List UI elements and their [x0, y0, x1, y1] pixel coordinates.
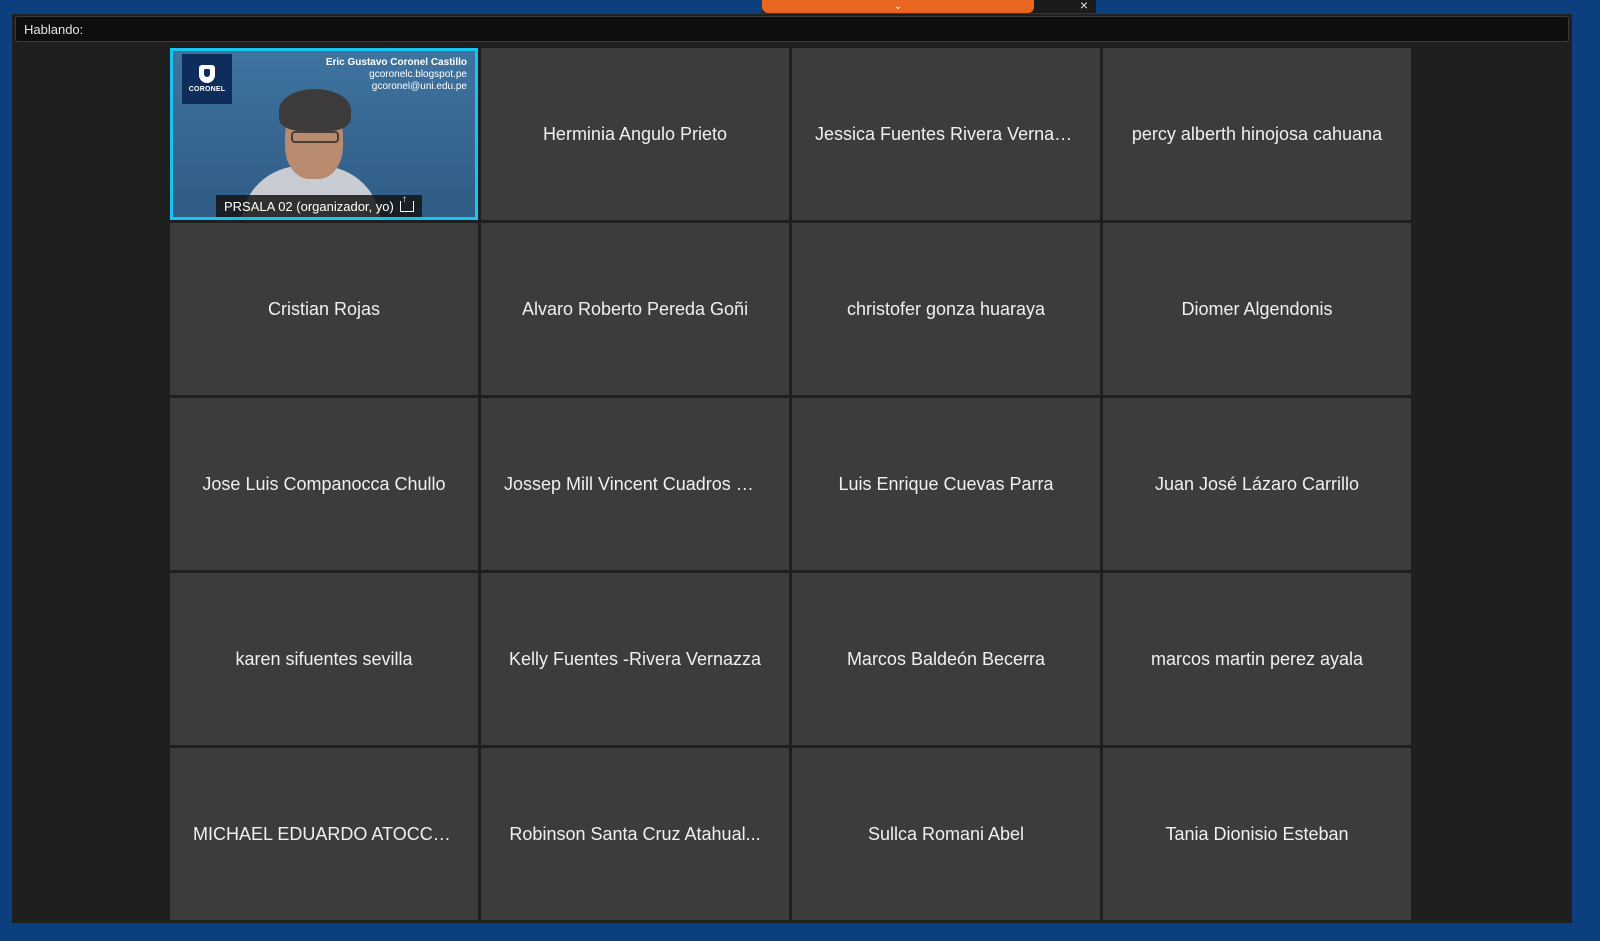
- meeting-window: Hablando: CORONEL Eric Gustavo Coronel C…: [12, 14, 1572, 923]
- overlay-email: gcoronel@uni.edu.pe: [371, 81, 467, 92]
- meeting-control-bar: ⌄ ×: [762, 0, 1096, 13]
- participant-tile[interactable]: Marcos Baldeón Becerra: [792, 573, 1100, 745]
- participant-tile[interactable]: Herminia Angulo Prieto: [481, 48, 789, 220]
- brand-logo: CORONEL: [182, 54, 232, 104]
- participant-tile[interactable]: Luis Enrique Cuevas Parra: [792, 398, 1100, 570]
- shield-icon: [199, 65, 215, 83]
- participant-name: Sullca Romani Abel: [867, 823, 1025, 844]
- close-icon[interactable]: ×: [1080, 0, 1088, 12]
- participant-name: marcos martin perez ayala: [1150, 648, 1364, 669]
- video-overlay-info: Eric Gustavo Coronel Castillo gcoronelc.…: [326, 57, 467, 93]
- participant-name: christofer gonza huaraya: [846, 298, 1046, 319]
- participant-tile[interactable]: Diomer Algendonis: [1103, 223, 1411, 395]
- participant-name: Herminia Angulo Prieto: [542, 123, 728, 144]
- participant-name: Diomer Algendonis: [1181, 298, 1333, 319]
- self-video-tile[interactable]: CORONEL Eric Gustavo Coronel Castillo gc…: [170, 48, 478, 220]
- screen-share-icon: [399, 194, 414, 212]
- participant-name: Jossep Mill Vincent Cuadros Go...: [504, 473, 770, 494]
- participant-tile[interactable]: christofer gonza huaraya: [792, 223, 1100, 395]
- participant-tile[interactable]: Alvaro Roberto Pereda Goñi: [481, 223, 789, 395]
- participant-name: Cristian Rojas: [267, 298, 381, 319]
- participant-tile[interactable]: Jose Luis Companocca Chullo: [170, 398, 478, 570]
- participant-tile[interactable]: marcos martin perez ayala: [1103, 573, 1411, 745]
- participant-name: karen sifuentes sevilla: [235, 648, 413, 669]
- chevron-down-icon[interactable]: ⌄: [894, 1, 902, 12]
- participant-name: Tania Dionisio Esteban: [1165, 823, 1349, 844]
- participant-tile[interactable]: percy alberth hinojosa cahuana: [1103, 48, 1411, 220]
- participant-name: percy alberth hinojosa cahuana: [1131, 123, 1383, 144]
- participant-name: Kelly Fuentes -Rivera Vernazza: [508, 648, 762, 669]
- speaking-label: Hablando:: [24, 21, 84, 37]
- participant-name: MICHAEL EDUARDO ATOCCS...: [193, 823, 459, 844]
- participant-tile[interactable]: Jessica Fuentes Rivera Vernazza: [792, 48, 1100, 220]
- participant-tile[interactable]: Juan José Lázaro Carrillo: [1103, 398, 1411, 570]
- participant-name: Robinson Santa Cruz Atahual...: [509, 823, 761, 844]
- participant-tile[interactable]: karen sifuentes sevilla: [170, 573, 478, 745]
- overlay-blog: gcoronelc.blogspot.pe: [369, 69, 467, 80]
- participant-tile[interactable]: Sullca Romani Abel: [792, 748, 1100, 920]
- participant-name: Marcos Baldeón Becerra: [846, 648, 1046, 669]
- overlay-name: Eric Gustavo Coronel Castillo: [325, 57, 467, 68]
- participant-tile[interactable]: Jossep Mill Vincent Cuadros Go...: [481, 398, 789, 570]
- control-bar-toggle[interactable]: ⌄: [762, 0, 1034, 13]
- participant-name: Juan José Lázaro Carrillo: [1154, 473, 1360, 494]
- participant-name: PRSALA 02 (organizador, yo): [224, 198, 394, 214]
- participant-tile[interactable]: MICHAEL EDUARDO ATOCCS...: [170, 748, 478, 920]
- desktop-background: ⌄ × Hablando: CORONEL Eric Gustavo Coron…: [0, 0, 1600, 941]
- participant-name: Alvaro Roberto Pereda Goñi: [521, 298, 749, 319]
- participant-tile[interactable]: Robinson Santa Cruz Atahual...: [481, 748, 789, 920]
- participant-tile[interactable]: Tania Dionisio Esteban: [1103, 748, 1411, 920]
- participant-name: Luis Enrique Cuevas Parra: [838, 473, 1054, 494]
- participant-name: Jose Luis Companocca Chullo: [202, 473, 446, 494]
- speaking-indicator: Hablando:: [15, 16, 1569, 42]
- participant-name: Jessica Fuentes Rivera Vernazza: [815, 123, 1081, 144]
- participant-tile[interactable]: Cristian Rojas: [170, 223, 478, 395]
- logo-text: CORONEL: [188, 86, 226, 93]
- participant-grid: CORONEL Eric Gustavo Coronel Castillo gc…: [170, 48, 1425, 923]
- participant-tile[interactable]: Kelly Fuentes -Rivera Vernazza: [481, 573, 789, 745]
- participant-name-tag: PRSALA 02 (organizador, yo): [216, 194, 422, 217]
